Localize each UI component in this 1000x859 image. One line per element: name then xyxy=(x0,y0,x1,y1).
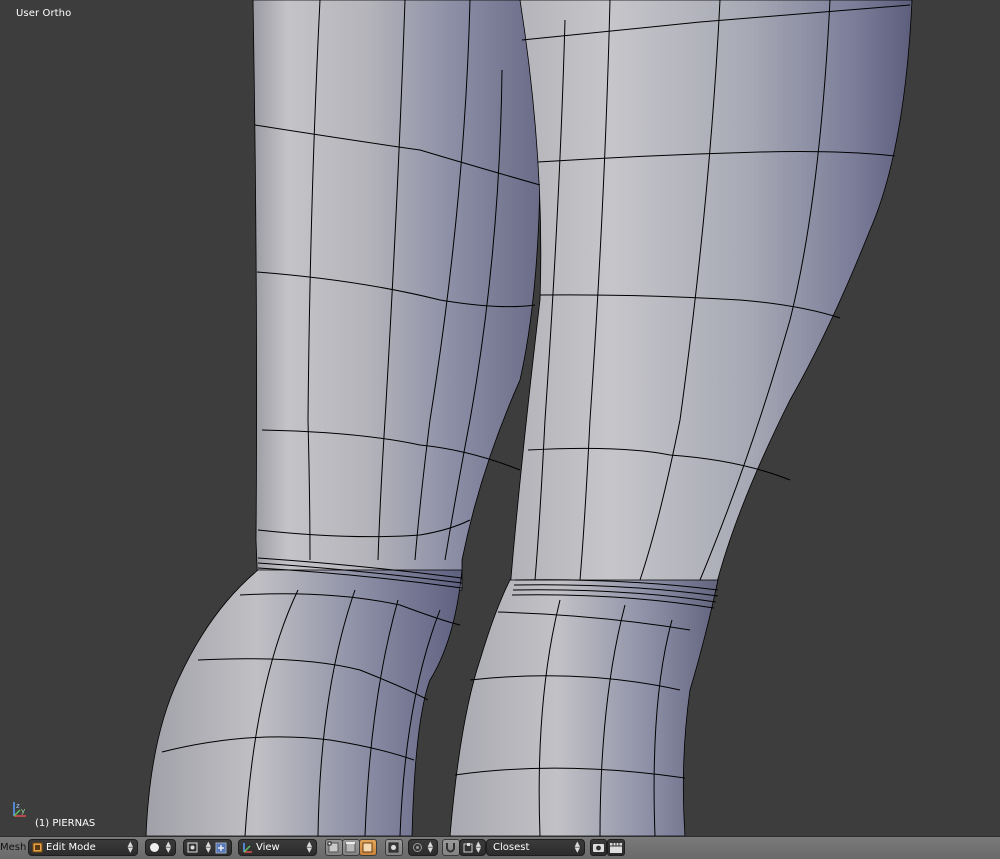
opengl-animation-icon xyxy=(610,843,622,853)
svg-text:z: z xyxy=(16,802,20,810)
snap-target-select[interactable]: Closest ▲ ▼ xyxy=(486,839,585,856)
mode-select-value: Edit Mode xyxy=(46,842,96,853)
viewport-header: Mesh Edit Mode ▲ ▼ ▲ ▼ ▲ ▼ View ▲ ▼ ▲ ▼ … xyxy=(0,836,1000,859)
updown-arrows-icon: ▲ ▼ xyxy=(306,840,312,854)
updown-arrows-icon: ▲ ▼ xyxy=(475,840,481,854)
updown-arrows-icon: ▲ ▼ xyxy=(127,840,133,854)
solid-shading-icon xyxy=(150,843,159,852)
mode-select[interactable]: Edit Mode ▲ ▼ xyxy=(28,839,138,856)
limit-selection-button[interactable] xyxy=(385,839,403,856)
pivot-point-select[interactable]: ▲ ▼ xyxy=(183,839,232,856)
orientation-select-value: View xyxy=(256,842,280,853)
updown-arrows-icon: ▲ ▼ xyxy=(205,840,211,854)
shading-select[interactable]: ▲ ▼ xyxy=(145,839,176,856)
opengl-render-icon xyxy=(593,844,604,852)
3d-viewport[interactable]: User Ortho (1) PIERNAS z y xyxy=(0,0,1000,836)
transform-orientation-icon xyxy=(243,843,252,853)
face-select-button[interactable] xyxy=(359,839,377,856)
edit-mode-icon xyxy=(32,842,43,853)
face-select-icon xyxy=(362,842,373,853)
updown-arrows-icon: ▲ ▼ xyxy=(574,840,580,854)
proportional-editing-select[interactable]: ▲ ▼ xyxy=(408,839,438,856)
left-thigh xyxy=(252,0,541,591)
snap-toggle-button[interactable] xyxy=(442,839,460,856)
mesh-menu[interactable]: Mesh xyxy=(0,842,26,853)
transform-orientation-select[interactable]: View ▲ ▼ xyxy=(238,839,317,856)
opengl-animation-button[interactable] xyxy=(607,839,625,856)
view-label: User Ortho xyxy=(16,8,72,19)
updown-arrows-icon: ▲ ▼ xyxy=(165,840,171,854)
snap-element-select[interactable]: ▲ ▼ xyxy=(459,839,486,856)
svg-text:y: y xyxy=(21,807,25,815)
translate-manipulator-icon[interactable] xyxy=(215,842,227,854)
opengl-render-button[interactable] xyxy=(590,839,607,856)
active-object-label: (1) PIERNAS xyxy=(35,818,96,829)
axis-gizmo-icon: z y xyxy=(13,802,26,817)
snap-element-icon xyxy=(463,843,473,853)
updown-arrows-icon: ▲ ▼ xyxy=(427,840,433,854)
mesh-render[interactable] xyxy=(0,0,1000,836)
right-knee xyxy=(449,579,719,836)
limit-selection-to-visible-icon xyxy=(388,842,399,853)
edge-select-button[interactable] xyxy=(342,839,360,856)
snap-magnet-icon xyxy=(446,843,455,853)
vertex-select-button[interactable] xyxy=(325,839,343,856)
pivot-point-icon xyxy=(187,842,198,853)
proportional-editing-icon xyxy=(413,843,422,852)
vertex-select-icon xyxy=(327,841,339,853)
snap-target-value: Closest xyxy=(493,842,530,853)
edge-select-icon xyxy=(345,842,356,853)
